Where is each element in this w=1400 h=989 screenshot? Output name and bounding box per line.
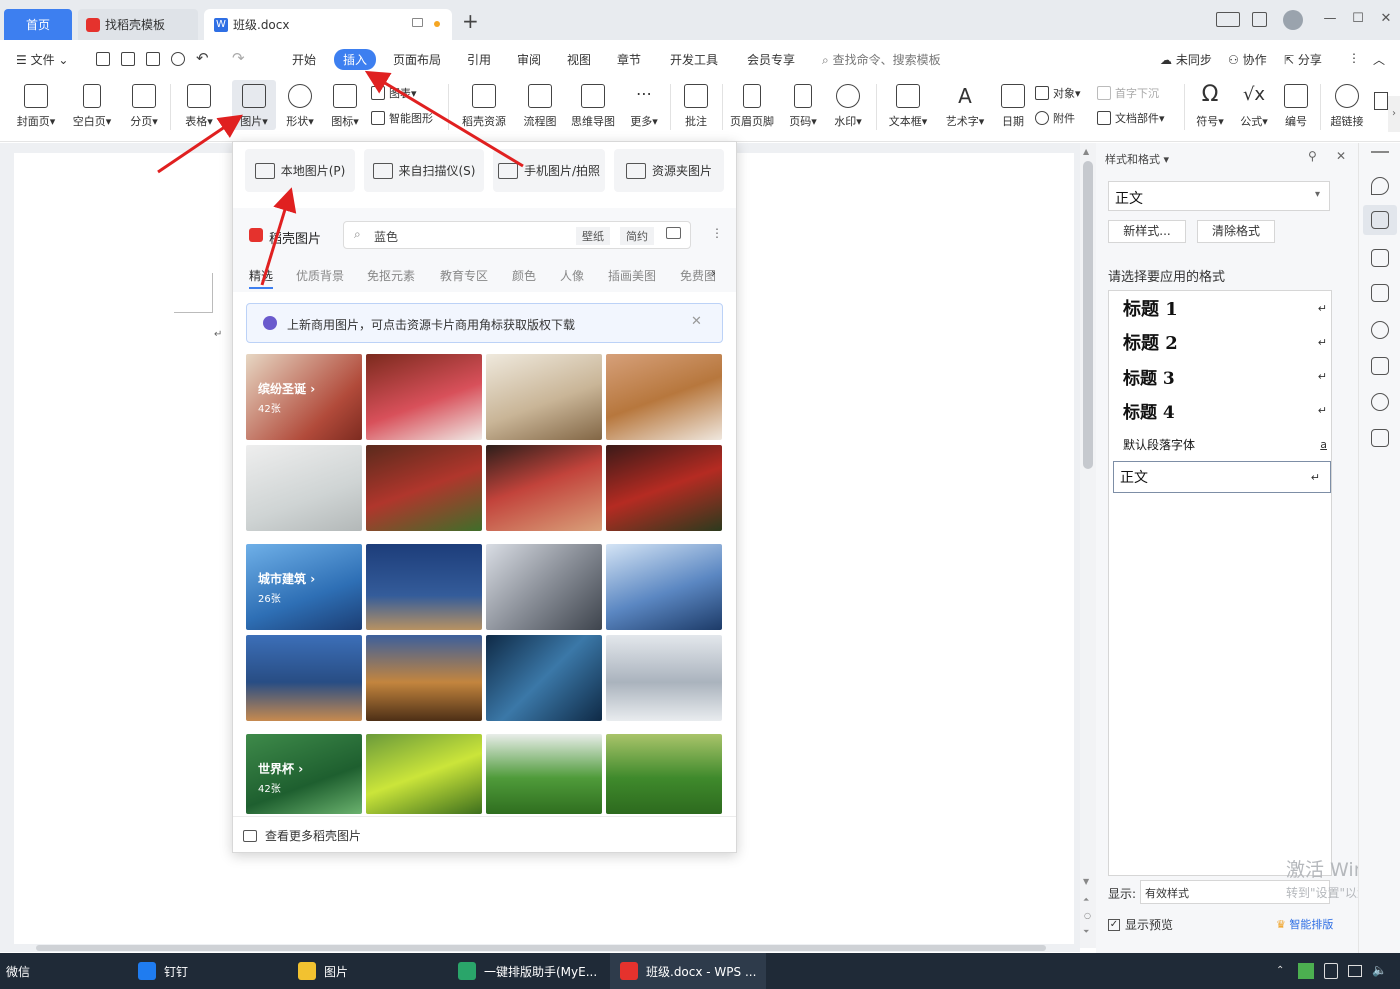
taskbar-layout-assistant[interactable]: 一键排版助手(MyE...	[458, 953, 597, 989]
tray-shield-icon[interactable]	[1324, 963, 1338, 979]
taskbar-pictures-label: 图片	[324, 964, 349, 979]
taskbar-wechat-label: 微信	[6, 964, 31, 979]
folder-icon	[298, 962, 316, 980]
layout-assistant-icon	[458, 962, 476, 980]
arrow-to-local-picture	[260, 187, 297, 286]
tray-volume-icon[interactable]: 🔈	[1372, 963, 1387, 977]
taskbar-wps-document[interactable]: 班级.docx - WPS ...	[610, 953, 766, 989]
tray-expand-icon[interactable]: ⌃	[1276, 965, 1284, 976]
arrow-to-picture-button	[157, 114, 243, 174]
arrow-to-insert-tab	[364, 70, 524, 168]
taskbar-wps-label: 班级.docx - WPS ...	[646, 964, 757, 979]
taskbar-dingtalk-label: 钉钉	[164, 964, 189, 979]
annotation-arrows	[157, 70, 524, 286]
wps-icon	[620, 962, 638, 980]
taskbar-layout-assistant-label: 一键排版助手(MyE...	[484, 964, 598, 979]
taskbar-dingtalk[interactable]: 钉钉	[138, 953, 188, 989]
taskbar-wechat[interactable]: 微信	[6, 953, 30, 989]
taskbar-pictures-folder[interactable]: 图片	[298, 953, 348, 989]
taskbar: 微信 钉钉 图片 一键排版助手(MyE... 班级.docx - WPS ...…	[0, 953, 1400, 989]
dingtalk-icon	[138, 962, 156, 980]
tray-network-icon[interactable]	[1348, 965, 1362, 977]
tray-app-icon[interactable]	[1298, 963, 1314, 979]
